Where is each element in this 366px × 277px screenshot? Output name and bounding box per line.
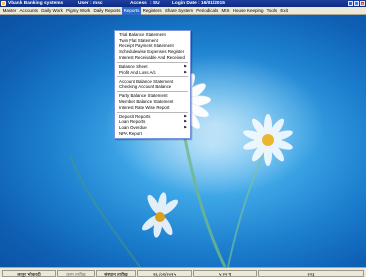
menu-exit[interactable]: Exit [279, 7, 290, 15]
reports-menu-item[interactable]: Interest Receivable And Received [115, 55, 190, 61]
window-controls: _ □ × [348, 1, 365, 6]
reports-menu-item[interactable]: Checking Account Balance [115, 84, 190, 90]
reports-menu-item[interactable]: NPA Report [115, 131, 190, 137]
status-label-2: काम तारीख [57, 269, 95, 277]
menu-separator [117, 111, 188, 113]
menu-registers[interactable]: Registers [141, 7, 163, 15]
reports-menu-item-label: Interest Rate Wise Report [119, 104, 170, 110]
status-bar: लातूर भोकरदी काम तारीख संस्थान तारीख २६ … [0, 267, 366, 277]
chevron-right-icon: ▶ [184, 69, 187, 74]
menu-tools[interactable]: Tools [265, 7, 279, 15]
bank-app-icon [1, 1, 6, 6]
reports-menu-item-label: Party Balance Statement [119, 93, 168, 99]
menu-master[interactable]: Master [1, 7, 18, 15]
reports-dropdown-menu: Trial Balance Statement Twin Flat Stateme… [114, 30, 191, 139]
menu-pigmy-work[interactable]: Pigmy Work [65, 7, 92, 15]
reports-menu-item-label: Twin Flat Statement [119, 37, 158, 43]
minimize-icon[interactable]: _ [348, 1, 353, 6]
reports-menu-item-label: Schedulewise Expenses Register [119, 49, 185, 55]
status-label-3: संस्थान तारीख [96, 269, 136, 277]
menu-house-keeping[interactable]: House Keeping [231, 7, 265, 15]
reports-menu-item-label: NPA Report [119, 130, 142, 136]
reports-menu-item-label: Checking Account Balance [119, 84, 172, 90]
reports-menu-item-label: Deposit Reports [119, 113, 151, 119]
menu-periodicals[interactable]: Periodicals [195, 7, 220, 15]
reports-menu-item-label: Loan Overdue [119, 125, 147, 131]
menu-separator [117, 61, 188, 63]
menu-daily-work[interactable]: Daily Work [40, 7, 65, 15]
reports-menu-item-label: Member Balance Statement [119, 99, 174, 104]
status-num: २२३ [258, 269, 364, 277]
status-time: ५:२२ प [193, 269, 257, 277]
reports-menu-item[interactable]: Profit And Loss A/c ▶ [115, 70, 190, 76]
reports-menu-item-label: Profit And Loss A/c [119, 69, 156, 75]
desktop-wallpaper: Trial Balance Statement Twin Flat Stateme… [0, 15, 366, 267]
reports-menu-item-label: Account Balance Statement [119, 78, 174, 84]
menu-separator [117, 91, 188, 93]
menu-separator [117, 76, 188, 78]
status-date: २६ /०१/२०१५ [137, 269, 192, 277]
close-icon[interactable]: × [360, 1, 365, 6]
menu-reports[interactable]: Reports [122, 6, 142, 15]
reports-menu-item[interactable]: Interest Rate Wise Report [115, 105, 190, 111]
status-branch: लातूर भोकरदी [2, 269, 56, 277]
reports-menu-item-label: Interest Receivable And Received [119, 54, 185, 60]
menu-daily-reports[interactable]: Daily Reports [92, 7, 122, 15]
reports-menu-item-label: Trial Balance Statement [119, 32, 166, 37]
reports-menu-item-label: Receipt Payment Statement [119, 43, 174, 49]
maximize-icon[interactable]: □ [354, 1, 359, 6]
menu-mis[interactable]: MIS [220, 7, 231, 15]
reports-menu-item-label: Balance Sheet [119, 63, 148, 69]
menu-accounts[interactable]: Accounts [18, 7, 40, 15]
reports-menu-item-label: Loan Reports [119, 119, 146, 125]
menu-share-system[interactable]: Share System [163, 7, 194, 15]
menu-bar: Master Accounts Daily Work Pigmy Work Daily … [0, 6, 366, 15]
